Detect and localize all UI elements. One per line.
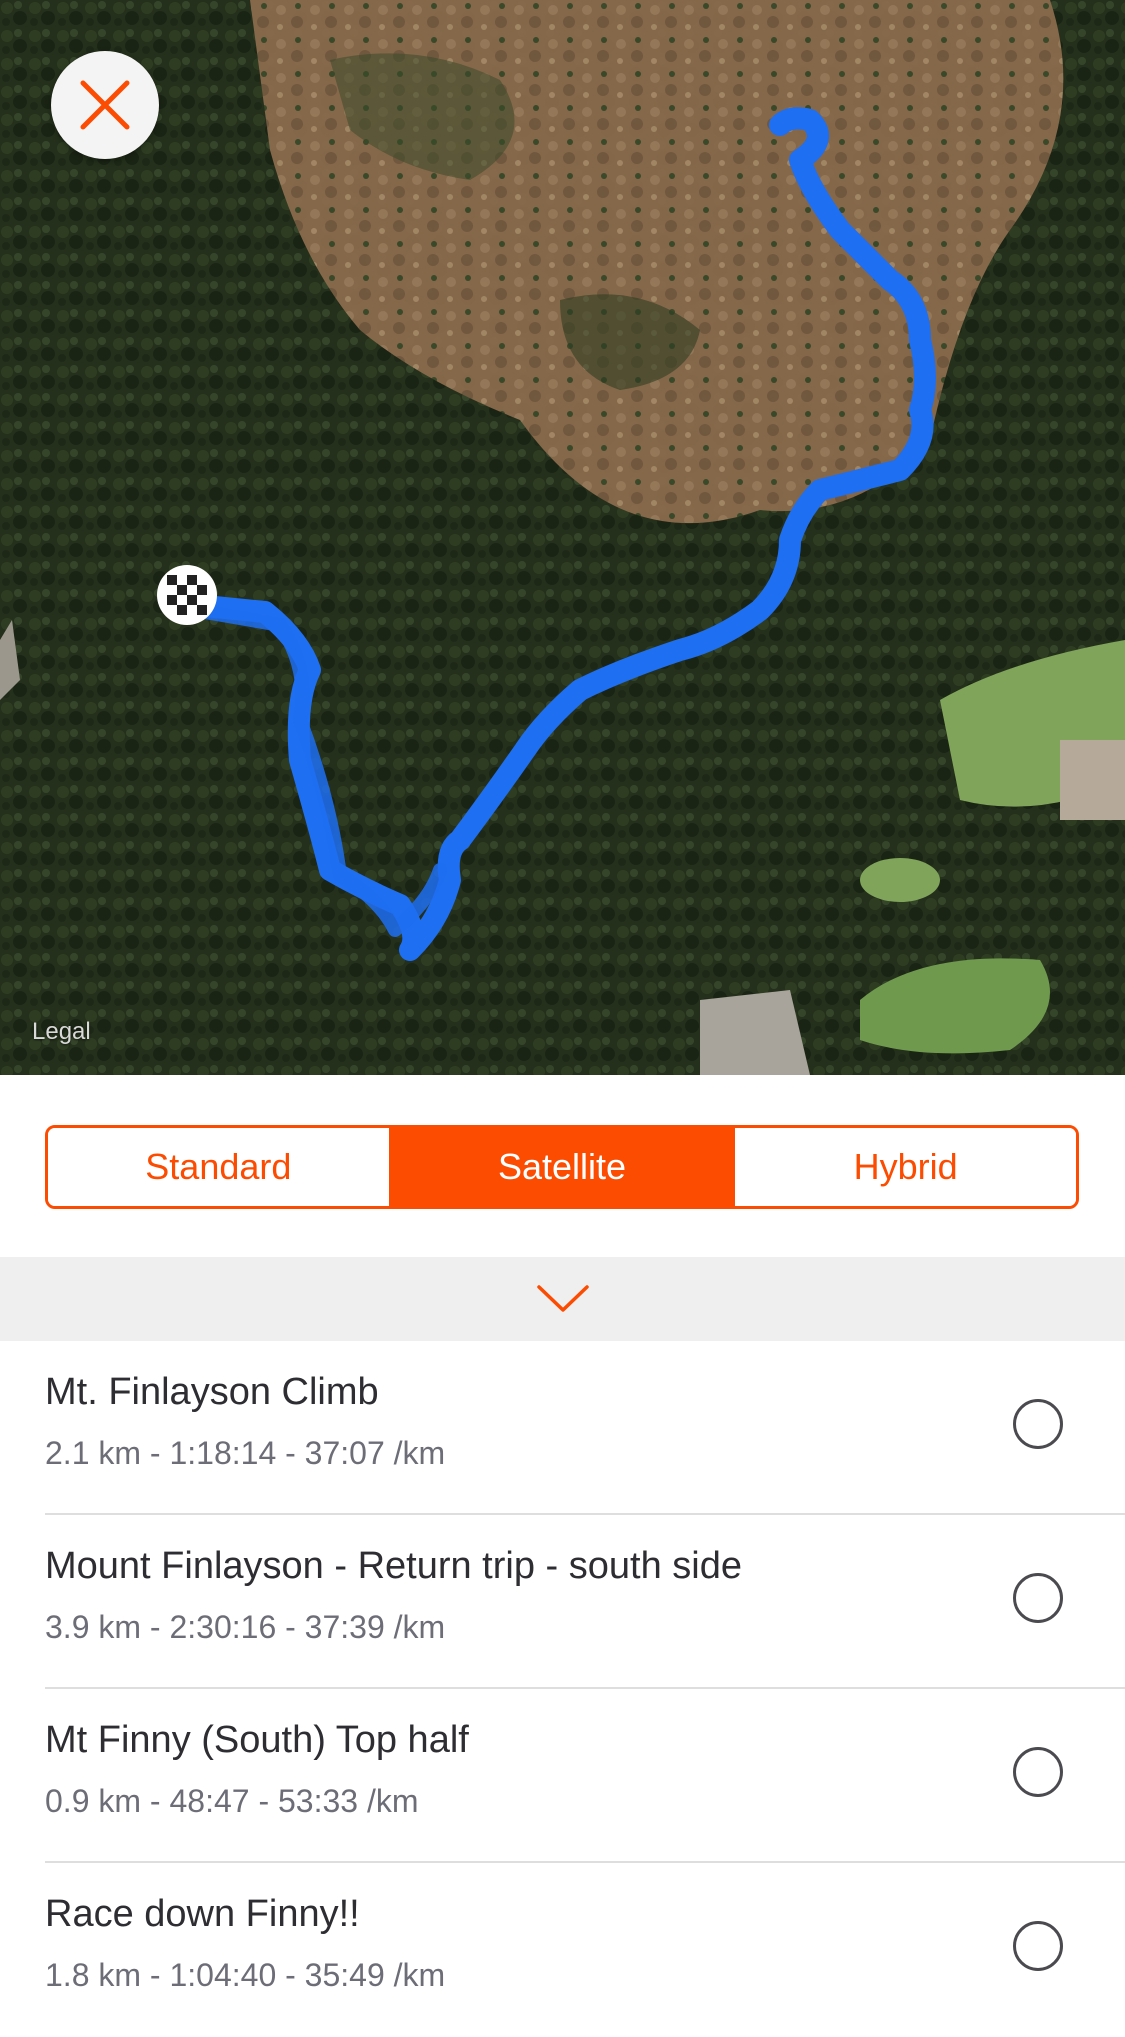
map-type-satellite[interactable]: Satellite — [388, 1128, 733, 1206]
segment-stats: 1.8 km - 1:04:40 - 35:49 /km — [45, 1957, 446, 1993]
map-type-standard[interactable]: Standard — [48, 1128, 389, 1206]
segment-title: Mount Finlayson - Return trip - south si… — [45, 1545, 742, 1587]
segment-stats: 3.9 km - 2:30:16 - 37:39 /km — [45, 1609, 446, 1645]
close-icon — [80, 80, 130, 130]
segment-title: Race down Finny!! — [45, 1893, 360, 1935]
list-item[interactable]: Mount Finlayson - Return trip - south si… — [45, 1515, 1125, 1689]
map-type-hybrid[interactable]: Hybrid — [732, 1128, 1076, 1206]
segment-radio[interactable] — [1013, 1573, 1063, 1623]
finish-flag-icon — [157, 565, 217, 625]
close-button[interactable] — [51, 51, 159, 159]
list-item[interactable]: Race down Finny!! 1.8 km - 1:04:40 - 35:… — [45, 1863, 1125, 2037]
chevron-down-icon — [536, 1285, 589, 1312]
segment-title: Mt. Finlayson Climb — [45, 1371, 379, 1413]
segment-stats: 0.9 km - 48:47 - 53:33 /km — [45, 1783, 419, 1819]
segment-radio[interactable] — [1013, 1921, 1063, 1971]
segment-list: Mt. Finlayson Climb 2.1 km - 1:18:14 - 3… — [0, 1341, 1125, 2037]
segment-title: Mt Finny (South) Top half — [45, 1719, 469, 1761]
map-view[interactable]: Legal — [0, 0, 1125, 1075]
segment-radio[interactable] — [1013, 1399, 1063, 1449]
satellite-imagery — [0, 0, 1125, 1075]
legal-link[interactable]: Legal — [32, 1018, 91, 1046]
segment-stats: 2.1 km - 1:18:14 - 37:07 /km — [45, 1435, 446, 1471]
collapse-toggle[interactable] — [0, 1257, 1125, 1341]
segment-radio[interactable] — [1013, 1747, 1063, 1797]
map-type-selector: Standard Satellite Hybrid — [45, 1125, 1079, 1209]
list-item[interactable]: Mt Finny (South) Top half 0.9 km - 48:47… — [45, 1689, 1125, 1863]
list-item[interactable]: Mt. Finlayson Climb 2.1 km - 1:18:14 - 3… — [45, 1341, 1125, 1515]
